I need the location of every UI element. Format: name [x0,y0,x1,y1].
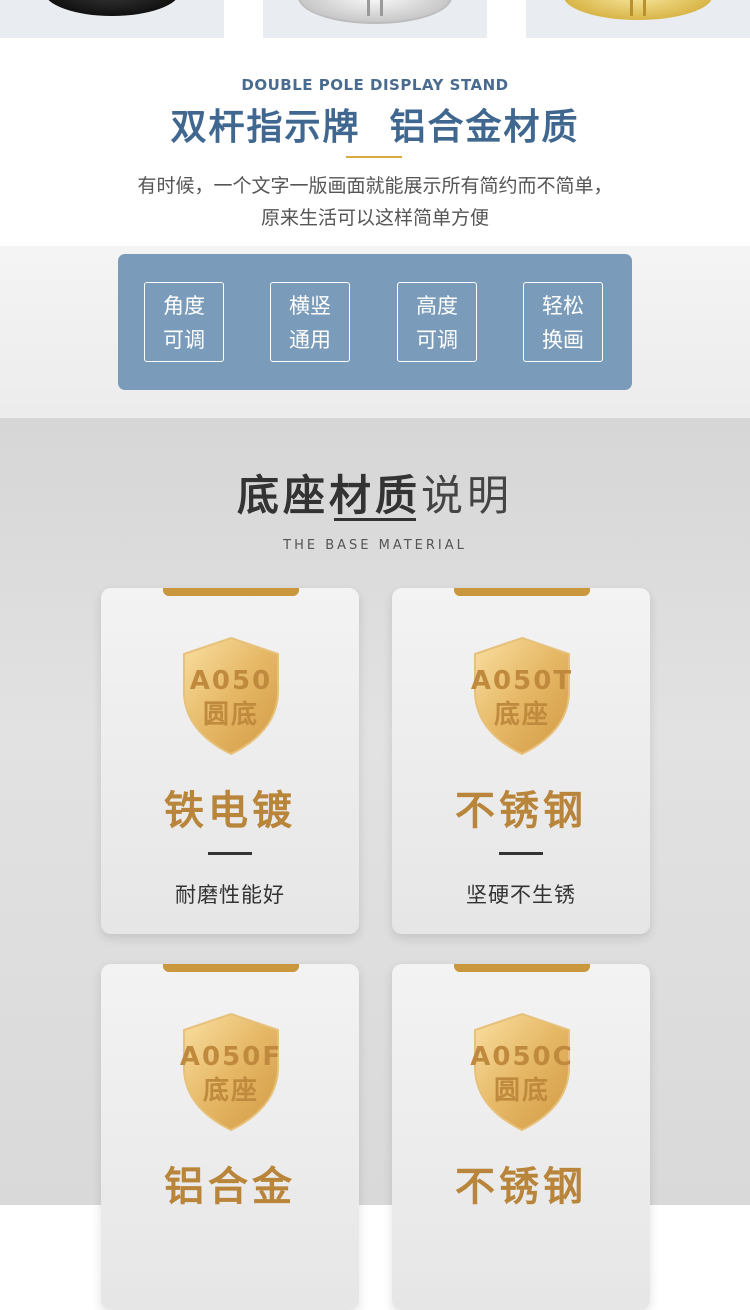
feature-easy-change: 轻松 换画 [523,282,603,362]
material-title-underline [334,518,416,521]
product-photo-strip [0,0,750,38]
base-material-section: 底座材质说明 THE BASE MATERIAL A050 圆底 铁电镀 耐磨性… [0,418,750,1310]
material-subtitle: THE BASE MATERIAL [283,538,467,553]
feature-panel: 角度 可调 横竖 通用 高度 可调 轻松 换画 [118,254,632,390]
feature-height-adjustable: 高度 可调 [397,282,477,362]
black-base-photo [0,0,224,38]
feature-line: 换画 [542,328,584,352]
desc-line-1: 有时候，一个文字一版画面就能展示所有简约而不简单， [137,175,613,197]
material-card: A050C 圆底 不锈钢 [392,964,650,1310]
material-title-light: 说明 [421,471,514,520]
card-model: A050T [470,666,574,696]
card-model: A050 [189,666,273,696]
feature-orientation-universal: 横竖 通用 [270,282,350,362]
card-material-name: 铝合金 [164,1164,296,1210]
intro-cn-title: 双杆指示牌 铝合金材质 [170,107,580,148]
card-tab [454,588,590,596]
card-type: 圆底 [202,700,259,730]
shield-label: A050T 底座 [452,664,592,732]
card-type: 底座 [202,1076,259,1106]
intro-en-title: DOUBLE POLE DISPLAY STAND [241,76,509,94]
feature-line: 通用 [289,328,331,352]
card-type: 底座 [493,700,550,730]
card-feature: 耐磨性能好 [175,883,285,907]
title-divider [346,156,402,158]
card-divider [208,852,252,855]
card-tab [454,964,590,972]
card-feature: 坚硬不生锈 [466,883,576,907]
feature-line: 轻松 [542,294,584,318]
material-card: A050 圆底 铁电镀 耐磨性能好 [101,588,359,934]
material-title: 底座材质说明 [0,462,750,523]
gold-base-photo [526,0,750,38]
feature-angle-adjustable: 角度 可调 [144,282,224,362]
intro-section: DOUBLE POLE DISPLAY STAND 双杆指示牌 铝合金材质 有时… [0,38,750,246]
feature-line: 高度 [416,294,458,318]
card-tab [163,964,299,972]
intro-description: 有时候，一个文字一版画面就能展示所有简约而不简单， 原来生活可以这样简单方便 [0,170,750,234]
shield-label: A050F 底座 [161,1040,301,1108]
card-divider [499,852,543,855]
material-title-bold: 底座材质 [236,471,421,520]
material-card: A050T 底座 不锈钢 坚硬不生锈 [392,588,650,934]
card-tab [163,588,299,596]
feature-line: 角度 [163,294,205,318]
card-type: 圆底 [493,1076,550,1106]
shield-label: A050C 圆底 [452,1040,592,1108]
feature-line: 横竖 [289,294,331,318]
desc-line-2: 原来生活可以这样简单方便 [260,207,489,229]
card-model: A050C [470,1042,574,1072]
material-card: A050F 底座 铝合金 [101,964,359,1310]
feature-line: 可调 [163,328,205,352]
silver-base-photo [263,0,487,38]
card-material-name: 铁电镀 [164,788,296,834]
card-material-name: 不锈钢 [455,788,587,834]
card-material-name: 不锈钢 [455,1164,587,1210]
feature-line: 可调 [416,328,458,352]
shield-label: A050 圆底 [161,664,301,732]
card-model: A050F [179,1042,283,1072]
